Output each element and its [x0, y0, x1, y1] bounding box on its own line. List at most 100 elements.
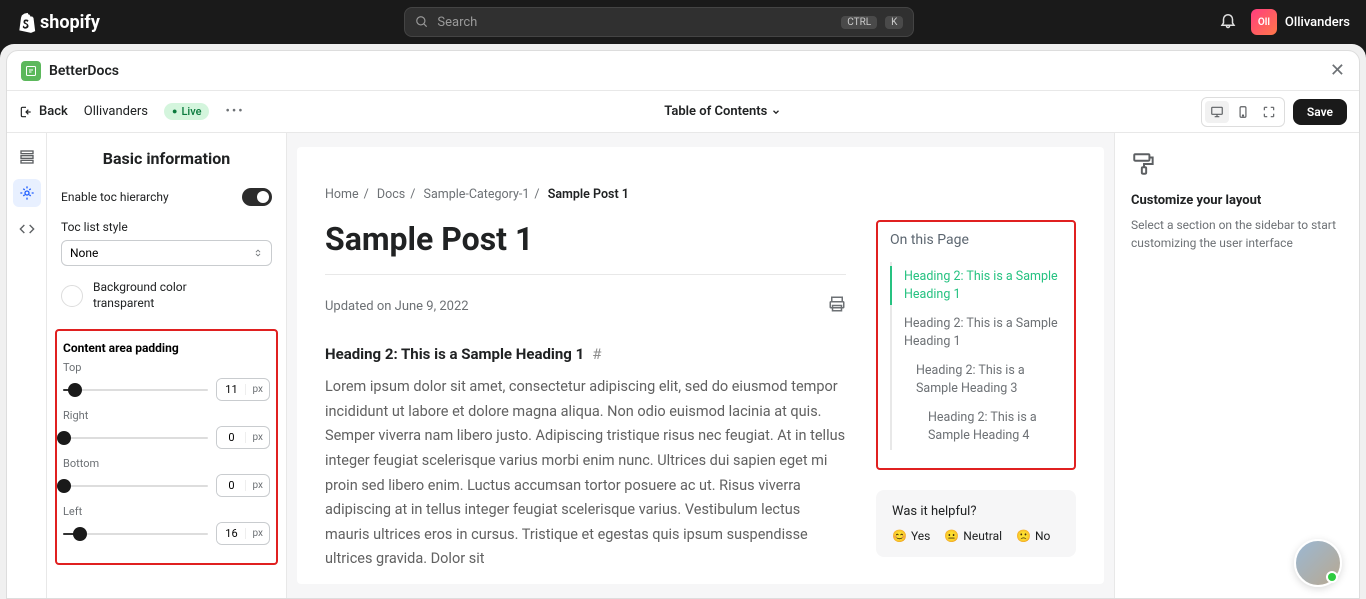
- toc-item[interactable]: Heading 2: This is a Sample Heading 4: [892, 403, 1062, 450]
- feedback-neutral[interactable]: 😐 Neutral: [944, 529, 1002, 543]
- online-status-icon: [1326, 571, 1338, 583]
- crumb-category[interactable]: Sample-Category-1: [424, 187, 530, 202]
- padding-left-input[interactable]: px: [216, 522, 270, 545]
- toolbar: Back Ollivanders Live ••• Table of Conte…: [7, 91, 1359, 133]
- toc-list: Heading 2: This is a Sample Heading 1 He…: [890, 262, 1062, 450]
- print-icon[interactable]: [828, 295, 846, 317]
- app-frame: BetterDocs ✕ Back Ollivanders Live ••• T…: [0, 44, 1366, 599]
- more-icon[interactable]: •••: [225, 104, 244, 119]
- padding-right-row: Right px: [63, 409, 270, 449]
- preview-canvas: Home/ Docs/ Sample-Category-1/ Sample Po…: [287, 133, 1114, 598]
- back-button[interactable]: Back: [19, 104, 68, 119]
- app-header-left: BetterDocs: [21, 61, 119, 81]
- toc-column: On this Page Heading 2: This is a Sample…: [876, 220, 1076, 572]
- back-icon: [19, 105, 33, 119]
- shopify-logo[interactable]: shopify: [16, 11, 100, 33]
- rail-sections-icon[interactable]: [13, 143, 41, 171]
- bgcolor-l2: transparent: [93, 296, 187, 312]
- feedback-yes[interactable]: 😊 Yes: [892, 529, 930, 543]
- desktop-icon[interactable]: [1205, 101, 1229, 123]
- toolbar-right: Save: [1201, 97, 1347, 127]
- store-link[interactable]: Ollivanders: [84, 104, 148, 119]
- avatar: Oll: [1251, 9, 1277, 35]
- fullscreen-icon[interactable]: [1257, 101, 1281, 123]
- crumb-docs[interactable]: Docs: [377, 187, 405, 202]
- padding-bottom-label: Bottom: [63, 457, 270, 470]
- search-wrap: Search CTRL K: [404, 7, 914, 37]
- padding-left-row: Left px: [63, 505, 270, 545]
- toc-hierarchy-toggle[interactable]: [242, 188, 272, 206]
- toc-item[interactable]: Heading 2: This is a Sample Heading 3: [892, 356, 1062, 403]
- kbd-ctrl: CTRL: [841, 16, 877, 29]
- crumb-home[interactable]: Home: [325, 187, 359, 202]
- mobile-icon[interactable]: [1231, 101, 1255, 123]
- padding-bottom-slider[interactable]: [63, 485, 208, 487]
- inner-shell: BetterDocs ✕ Back Ollivanders Live ••• T…: [6, 50, 1360, 599]
- toc-item[interactable]: Heading 2: This is a Sample Heading 1: [892, 262, 1062, 309]
- paint-roller-icon: [1131, 151, 1157, 177]
- notifications-icon[interactable]: [1219, 11, 1237, 33]
- padding-left-slider[interactable]: [63, 533, 208, 535]
- list-style-value: None: [70, 246, 98, 260]
- rail-settings-icon[interactable]: [13, 179, 41, 207]
- top-bar-right: Oll Ollivanders: [1219, 9, 1350, 35]
- support-chat-avatar[interactable]: [1294, 539, 1342, 587]
- toolbar-left: Back Ollivanders Live •••: [19, 103, 245, 120]
- content-padding-section: Content area padding Top px Right px: [55, 329, 278, 565]
- brand-text: shopify: [40, 12, 100, 33]
- anchor-hash-icon[interactable]: #: [592, 345, 601, 363]
- kbd-k: K: [885, 16, 903, 29]
- search-placeholder: Search: [437, 15, 477, 30]
- user-menu[interactable]: Oll Ollivanders: [1251, 9, 1350, 35]
- page-preview[interactable]: Home/ Docs/ Sample-Category-1/ Sample Po…: [297, 147, 1104, 584]
- app-header: BetterDocs ✕: [7, 51, 1359, 91]
- breadcrumb: Home/ Docs/ Sample-Category-1/ Sample Po…: [325, 187, 1076, 202]
- back-label: Back: [39, 104, 68, 119]
- sidebar: Basic information Enable toc hierarchy T…: [47, 133, 287, 598]
- body-text: Lorem ipsum dolor sit amet, consectetur …: [325, 375, 846, 572]
- device-switcher: [1201, 97, 1285, 127]
- article-column: Sample Post 1 Updated on June 9, 2022 He…: [325, 220, 846, 572]
- bgcolor-l1: Background color: [93, 280, 187, 296]
- content-row: Sample Post 1 Updated on June 9, 2022 He…: [325, 220, 1076, 572]
- feedback-card: Was it helpful? 😊 Yes 😐 Neutral 🙁 No: [876, 490, 1076, 557]
- username: Ollivanders: [1285, 15, 1350, 30]
- list-style-label: Toc list style: [47, 214, 286, 236]
- icon-rail: [7, 133, 47, 598]
- save-button[interactable]: Save: [1293, 99, 1347, 125]
- toc-title: On this Page: [890, 232, 1062, 248]
- chevron-down-icon: [771, 107, 781, 117]
- bgcolor-row[interactable]: Background color transparent: [47, 270, 286, 321]
- padding-top-slider[interactable]: [63, 389, 208, 391]
- padding-right-label: Right: [63, 409, 270, 422]
- updated-date: Updated on June 9, 2022: [325, 299, 469, 314]
- h2-row: Heading 2: This is a Sample Heading 1 #: [325, 345, 846, 363]
- padding-top-input[interactable]: px: [216, 378, 270, 401]
- meta-row: Updated on June 9, 2022: [325, 295, 846, 317]
- crumb-current: Sample Post 1: [548, 187, 629, 202]
- padding-top-label: Top: [63, 361, 270, 374]
- close-icon[interactable]: ✕: [1330, 60, 1345, 81]
- search-icon: [415, 15, 429, 29]
- list-style-select[interactable]: None: [61, 240, 272, 266]
- toc-item[interactable]: Heading 2: This is a Sample Heading 1: [892, 309, 1062, 356]
- workspace: Basic information Enable toc hierarchy T…: [7, 133, 1359, 598]
- padding-section-title: Content area padding: [63, 339, 270, 361]
- divider: [325, 274, 846, 275]
- rail-code-icon[interactable]: [13, 215, 41, 243]
- bgcolor-swatch: [61, 285, 83, 307]
- toc-hierarchy-row: Enable toc hierarchy: [47, 180, 286, 214]
- feedback-title: Was it helpful?: [892, 504, 1060, 519]
- on-this-page-panel: On this Page Heading 2: This is a Sample…: [876, 220, 1076, 470]
- page-title: Sample Post 1: [325, 220, 846, 258]
- toolbar-center[interactable]: Table of Contents: [664, 104, 781, 119]
- padding-left-label: Left: [63, 505, 270, 518]
- h2-text: Heading 2: This is a Sample Heading 1: [325, 345, 584, 363]
- feedback-no[interactable]: 🙁 No: [1016, 529, 1050, 543]
- padding-right-slider[interactable]: [63, 437, 208, 439]
- padding-bottom-input[interactable]: px: [216, 474, 270, 497]
- shopify-top-bar: shopify Search CTRL K Oll Ollivanders: [0, 0, 1366, 44]
- padding-right-input[interactable]: px: [216, 426, 270, 449]
- search-bar[interactable]: Search CTRL K: [404, 7, 914, 37]
- padding-bottom-row: Bottom px: [63, 457, 270, 497]
